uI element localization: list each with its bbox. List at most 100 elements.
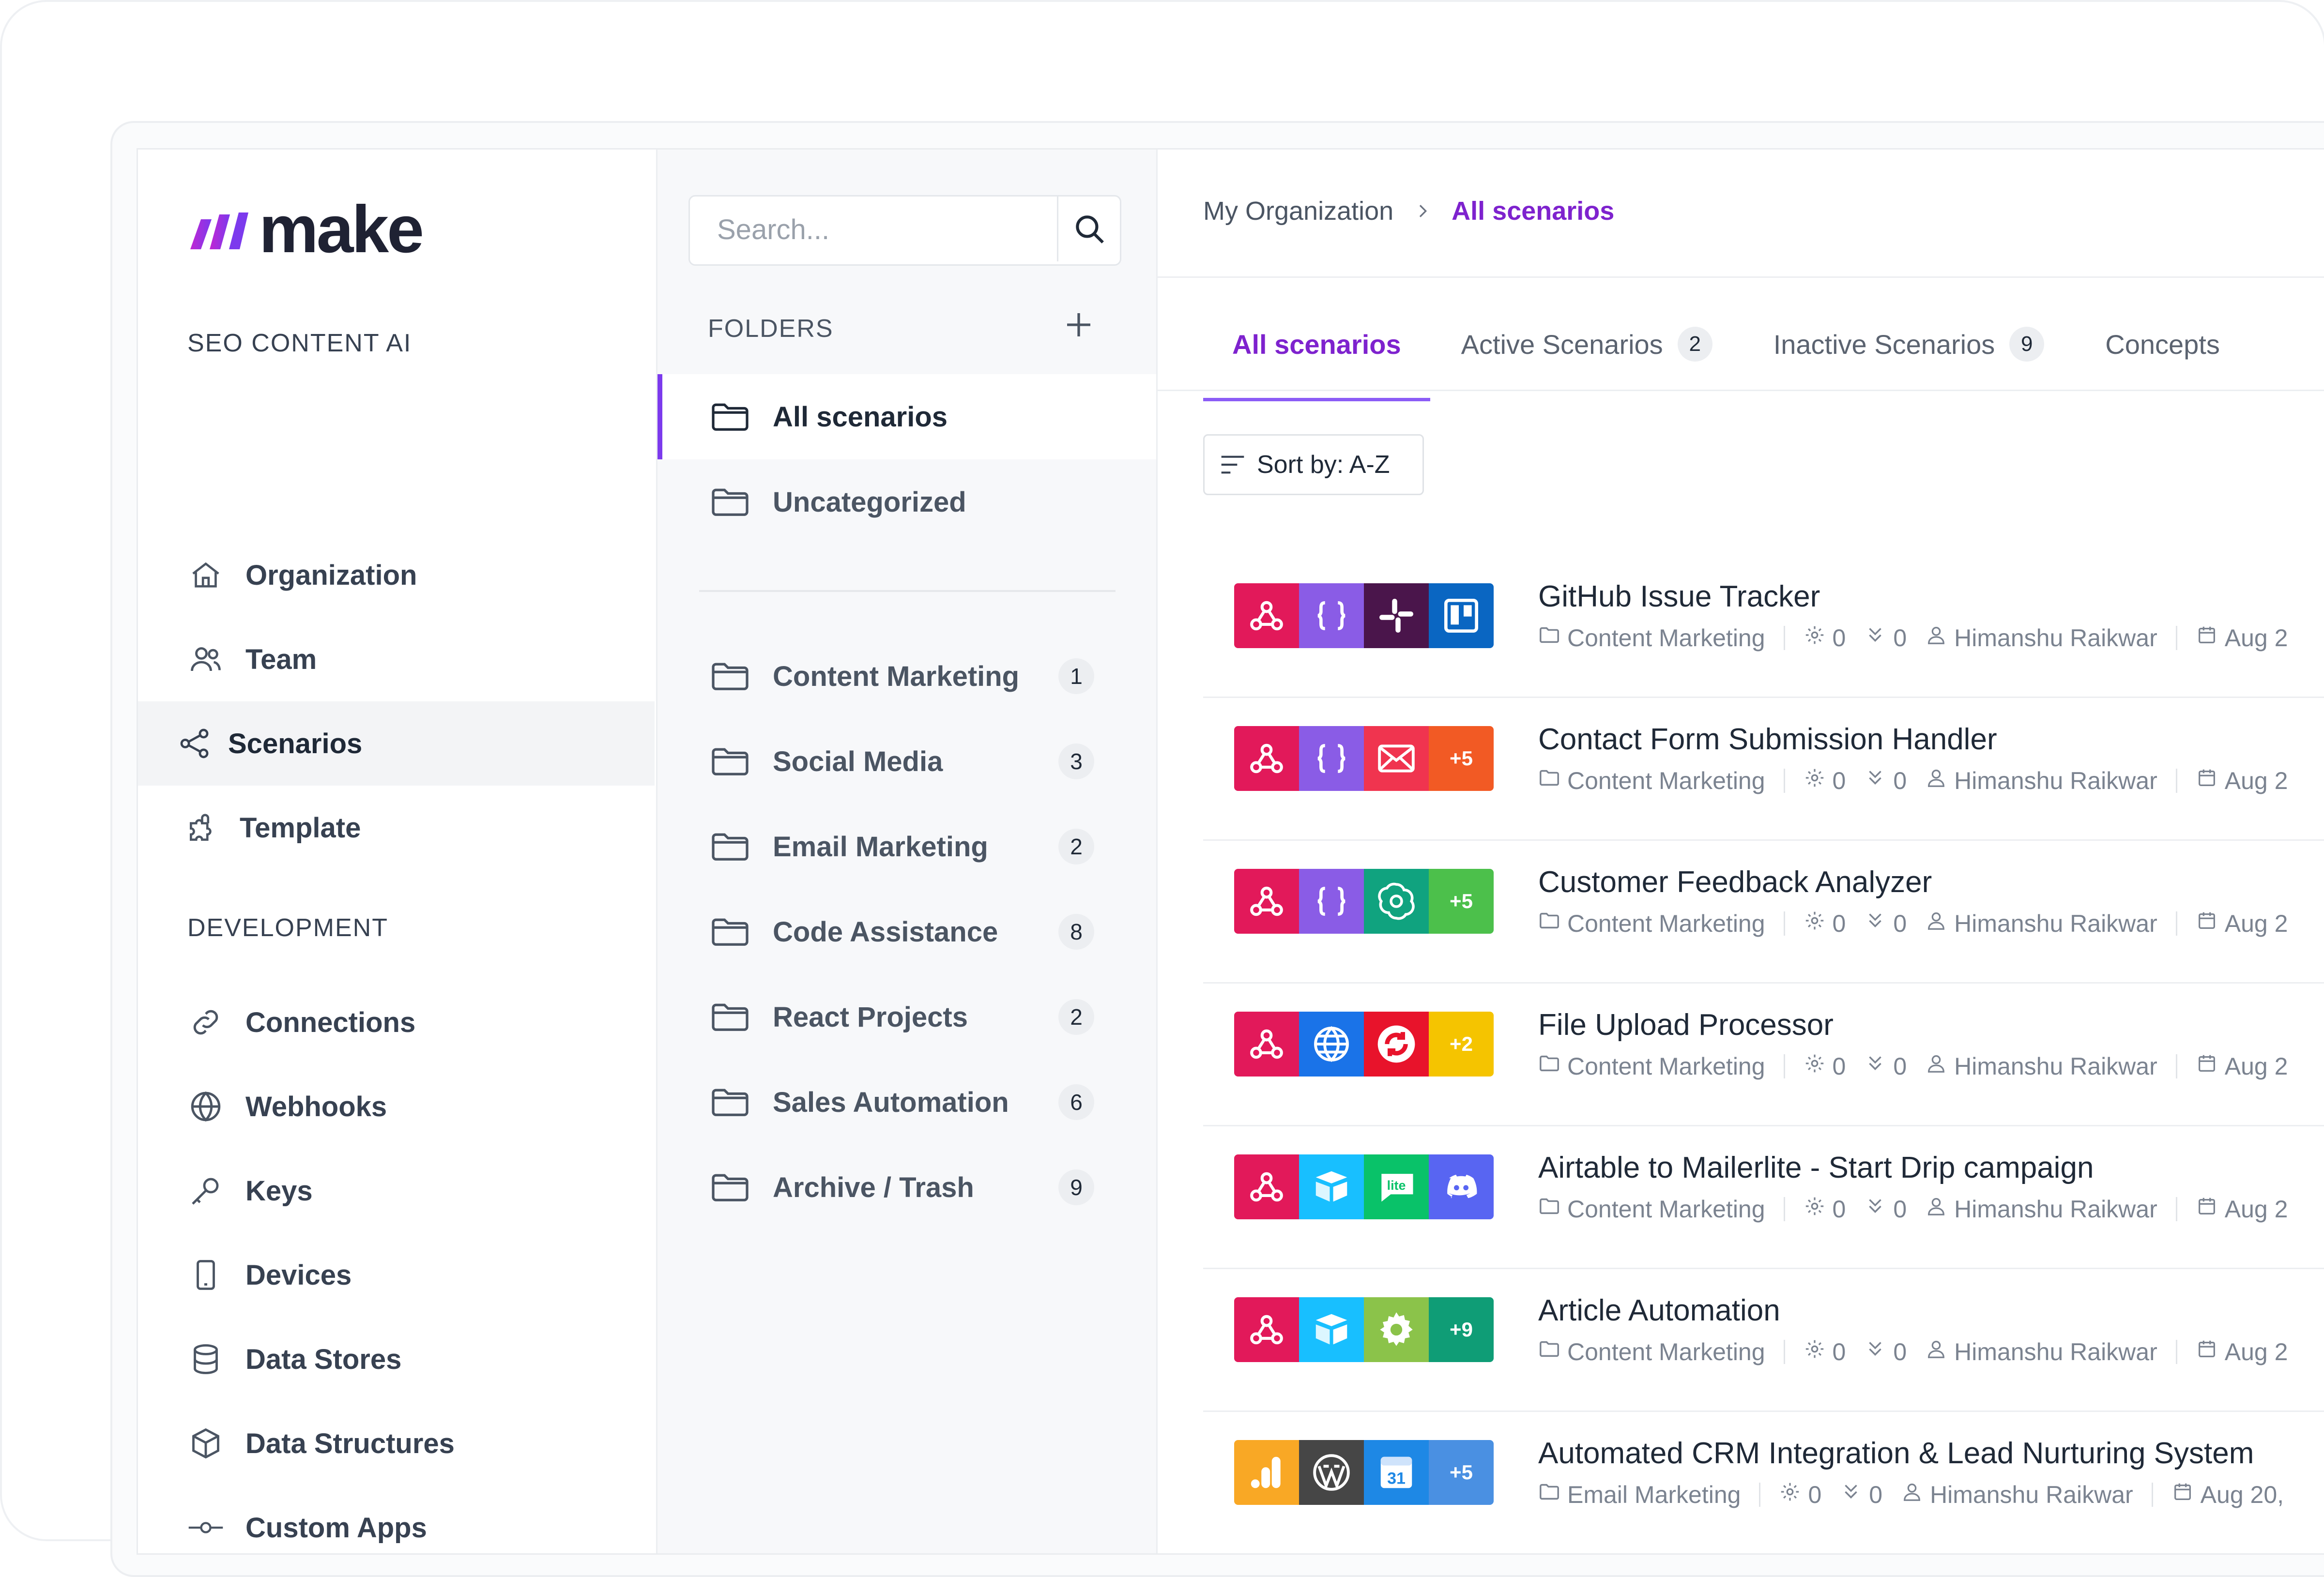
transfer-icon (1864, 767, 1893, 795)
sidebar-item-data-structures[interactable]: Data Structures (138, 1401, 655, 1486)
folder-content-marketing[interactable]: Content Marketing 1 (657, 634, 1156, 719)
brand-name: make (259, 192, 424, 267)
sidebar-item-keys[interactable]: Keys (138, 1149, 655, 1233)
transfer-icon (1840, 1481, 1869, 1509)
sidebar-item-connections[interactable]: Connections (138, 980, 655, 1064)
scenario-row[interactable]: +9 Article Automation Content Marketing … (1203, 1265, 2324, 1412)
meta-divider (2175, 769, 2177, 793)
more-apps-badge: +5 (1429, 726, 1494, 791)
mailerlite-icon: lite (1364, 1154, 1429, 1219)
sidebar-item-devices[interactable]: Devices (138, 1233, 655, 1317)
folder-social-media[interactable]: Social Media 3 (657, 719, 1156, 804)
sort-icon (1221, 455, 1244, 474)
home-icon (187, 557, 224, 593)
folders-panel: FOLDERS All scenarios Uncategorized Cont… (657, 150, 1158, 1553)
sidebar-item-template[interactable]: Template (138, 786, 655, 870)
app-icons (1234, 583, 1494, 648)
search-button[interactable] (1057, 197, 1120, 261)
sidebar-item-webhooks[interactable]: Webhooks (138, 1064, 655, 1149)
scenario-transfers: 0 (1869, 1481, 1883, 1508)
folder-code-assistance[interactable]: Code Assistance 8 (657, 889, 1156, 974)
analytics-icon (1234, 1440, 1299, 1505)
scenario-date: Aug 2 (2224, 1196, 2288, 1223)
user-icon (1925, 767, 1954, 795)
database-icon (187, 1341, 224, 1378)
sidebar-item-label: Connections (245, 1006, 416, 1038)
scenario-title[interactable]: File Upload Processor (1538, 1008, 1834, 1042)
brand-logo[interactable]: make (186, 192, 424, 267)
folder-sales-automation[interactable]: Sales Automation 6 (657, 1060, 1156, 1145)
folder-name: Uncategorized (773, 486, 966, 518)
scenario-owner: Himanshu Raikwar (1954, 767, 2157, 794)
scenario-title[interactable]: Customer Feedback Analyzer (1538, 865, 1932, 899)
section-title-development: DEVELOPMENT (187, 914, 388, 942)
scenario-transfers: 0 (1893, 767, 1907, 794)
meta-divider (1783, 1054, 1785, 1078)
folder-icon (712, 1089, 749, 1116)
more-apps-badge: +2 (1429, 1012, 1494, 1077)
folder-icon (712, 403, 749, 431)
user-icon (1925, 1195, 1954, 1223)
folder-name: Archive / Trash (773, 1171, 974, 1203)
scenario-row[interactable]: +2 File Upload Processor Content Marketi… (1203, 980, 2324, 1126)
app-icons: +2 (1234, 1012, 1494, 1077)
scenario-meta: Email Marketing 0 0 Himanshu Raikwar Aug… (1538, 1481, 2284, 1509)
breadcrumb-current: All scenarios (1452, 197, 1615, 226)
folder-uncategorized[interactable]: Uncategorized (657, 459, 1156, 545)
sidebar-item-team[interactable]: Team (138, 617, 655, 701)
sidebar-item-data-stores[interactable]: Data Stores (138, 1317, 655, 1401)
folder-icon (1538, 910, 1567, 938)
sidebar-item-custom-apps[interactable]: Custom Apps (138, 1486, 655, 1553)
folder-count-badge: 8 (1058, 914, 1094, 950)
scenario-row[interactable]: GitHub Issue Tracker Content Marketing 0… (1203, 551, 2324, 698)
operations-icon (1804, 767, 1833, 795)
scenario-title[interactable]: Contact Form Submission Handler (1538, 722, 1997, 757)
tab-count-badge: 2 (1677, 327, 1712, 362)
scenario-row[interactable]: 31 +5 Automated CRM Integration & Lead Nu… (1203, 1408, 2324, 1553)
scenario-row[interactable]: +5 Contact Form Submission Handler Conte… (1203, 694, 2324, 841)
chevron-right-icon (1419, 205, 1427, 217)
folder-all-scenarios[interactable]: All scenarios (657, 374, 1156, 459)
scenario-title[interactable]: GitHub Issue Tracker (1538, 579, 1820, 614)
tab-label: Inactive Scenarios (1773, 329, 1995, 360)
add-folder-button[interactable] (1059, 305, 1098, 344)
sidebar-item-scenarios[interactable]: Scenarios (138, 701, 655, 786)
meta-divider (2151, 1483, 2153, 1507)
meta-divider (2175, 1054, 2177, 1078)
scenario-date: Aug 20, (2200, 1481, 2284, 1508)
breadcrumb-org-link[interactable]: My Organization (1203, 196, 1393, 226)
scenario-owner: Himanshu Raikwar (1930, 1481, 2133, 1508)
folder-archive-trash[interactable]: Archive / Trash 9 (657, 1145, 1156, 1230)
search-input[interactable] (690, 197, 1057, 262)
email-icon (1364, 726, 1429, 791)
folder-react-projects[interactable]: React Projects 2 (657, 974, 1156, 1060)
json-icon (1299, 583, 1364, 648)
scenario-row[interactable]: lite Airtable to Mailerlite - Start Drip… (1203, 1122, 2324, 1269)
scenario-title[interactable]: Airtable to Mailerlite - Start Drip camp… (1538, 1151, 2094, 1185)
scenario-owner: Himanshu Raikwar (1954, 1338, 2157, 1365)
folders-divider (699, 590, 1116, 592)
wordpress-icon (1299, 1440, 1364, 1505)
sort-button[interactable]: Sort by: A-Z (1203, 434, 1424, 495)
scenario-date: Aug 2 (2224, 624, 2288, 652)
user-icon (1925, 1052, 1954, 1080)
scenario-folder: Content Marketing (1567, 910, 1765, 937)
scenario-title[interactable]: Article Automation (1538, 1293, 1780, 1328)
svg-text:31: 31 (1387, 1469, 1406, 1487)
sidebar-item-organization[interactable]: Organization (138, 533, 655, 617)
scenario-title[interactable]: Automated CRM Integration & Lead Nurturi… (1538, 1436, 2254, 1471)
folder-icon (712, 918, 749, 946)
scenario-meta: Content Marketing 0 0 Himanshu Raikwar A… (1538, 1338, 2288, 1366)
commit-icon (187, 1509, 224, 1546)
scenario-row[interactable]: +5 Customer Feedback Analyzer Content Ma… (1203, 837, 2324, 984)
tab-count-badge: 9 (2009, 327, 2045, 362)
meta-divider (1783, 1340, 1785, 1364)
scenario-date: Aug 2 (2224, 1338, 2288, 1365)
folder-count-badge: 1 (1058, 658, 1094, 694)
scenario-transfers: 0 (1893, 1053, 1907, 1080)
transfer-icon (1864, 910, 1893, 938)
folder-email-marketing[interactable]: Email Marketing 2 (657, 804, 1156, 889)
webhook-icon (1234, 1154, 1299, 1219)
sidebar-item-label: Team (245, 643, 317, 675)
slack-icon (1364, 583, 1429, 648)
